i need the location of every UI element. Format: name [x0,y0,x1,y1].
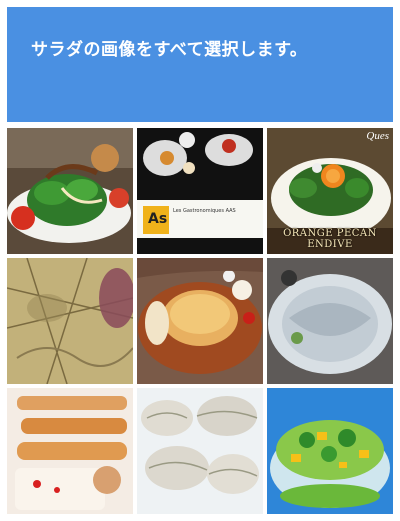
image-captcha: サラダの画像をすべて選択します。 As Les Gastronomiques A… [0,0,400,521]
map-image [7,258,133,384]
fish-image [267,258,393,384]
tile-map[interactable] [7,258,133,384]
tile-orange-pecan-endive[interactable]: Ques ORANGE PECAN ENDIVE [267,128,393,254]
captcha-header: サラダの画像をすべて選択します。 [7,7,393,122]
image-grid: As Les Gastronomiques AAS Ques ORANGE PE… [7,128,393,514]
salad-plate-image [7,128,133,254]
tile-salad-1[interactable] [7,128,133,254]
tile-quiche[interactable] [137,258,263,384]
tile-fish[interactable] [267,258,393,384]
tile-platter-2[interactable]: As Les Gastronomiques AAS [137,128,263,254]
pastries-image [7,388,133,514]
platter-label-text: Les Gastronomiques AAS [173,208,236,214]
captcha-instruction: サラダの画像をすべて選択します。 [31,40,308,60]
tile-salad-bowl[interactable] [267,388,393,514]
endive-caption: ORANGE PECAN ENDIVE [283,228,377,250]
tile-pastries[interactable] [7,388,133,514]
quiche-image [137,258,263,384]
platter-image [137,128,263,254]
platter-badge: As [148,211,168,227]
endive-logo: Ques [366,130,389,142]
salad-bowl-image [267,388,393,514]
dumplings-image [137,388,263,514]
tile-dumplings[interactable] [137,388,263,514]
